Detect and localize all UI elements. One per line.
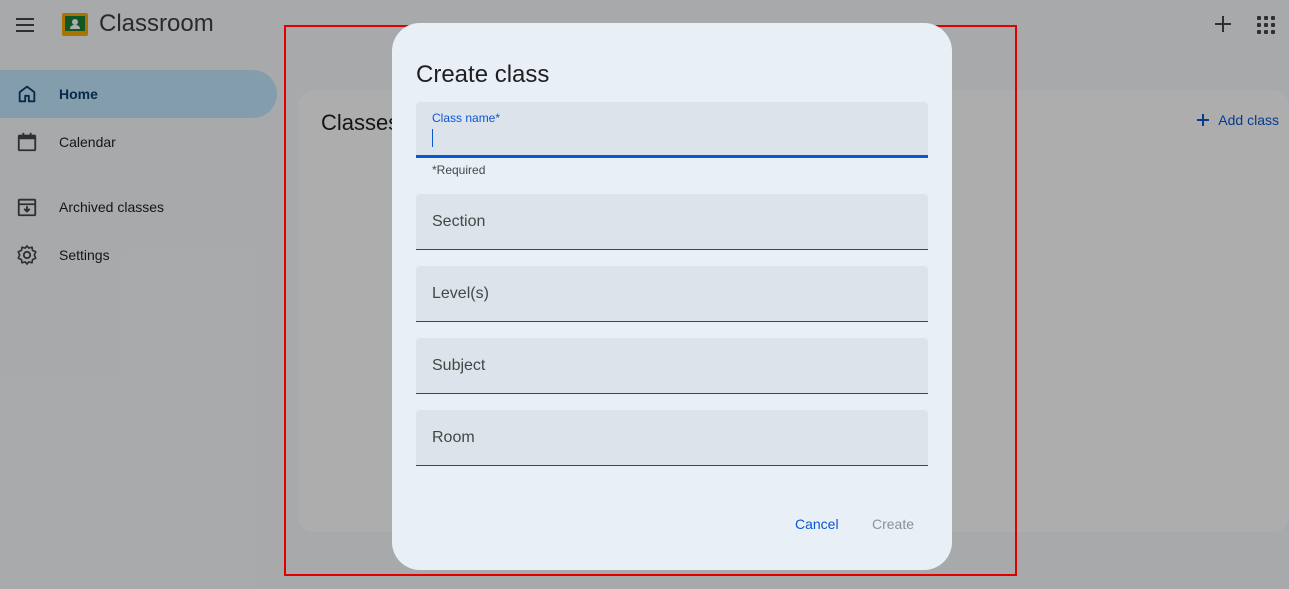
section-input[interactable] xyxy=(416,194,928,249)
create-class-dialog: Create class Class name* *Required Cance… xyxy=(392,23,952,570)
class-name-input[interactable] xyxy=(416,102,928,155)
levels-input[interactable] xyxy=(416,266,928,321)
cancel-button[interactable]: Cancel xyxy=(795,516,839,532)
dialog-title: Create class xyxy=(416,61,550,88)
section-field[interactable] xyxy=(416,194,928,250)
levels-field[interactable] xyxy=(416,266,928,322)
classroom-app: Classroom Home Calendar Archived classes… xyxy=(0,0,1289,589)
room-field[interactable] xyxy=(416,410,928,466)
required-note: *Required xyxy=(432,163,486,177)
create-button[interactable]: Create xyxy=(872,516,914,532)
room-input[interactable] xyxy=(416,410,928,465)
subject-input[interactable] xyxy=(416,338,928,393)
subject-field[interactable] xyxy=(416,338,928,394)
class-name-field[interactable]: Class name* xyxy=(416,102,928,158)
